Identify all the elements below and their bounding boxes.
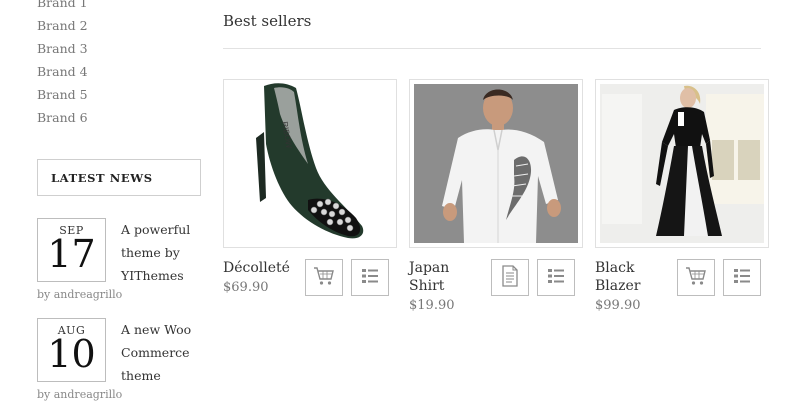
brand-list: Brand 1 Brand 2 Brand 3 Brand 4 Brand 5 … (37, 0, 197, 129)
news-date: AUG 10 (37, 318, 106, 382)
product-details-button[interactable] (537, 259, 575, 296)
brand-link[interactable]: Brand 2 (37, 14, 197, 37)
product-price: $99.90 (595, 298, 641, 313)
brand-link[interactable]: Brand 4 (37, 60, 197, 83)
news-author: by andreagrillo (37, 288, 123, 301)
product-price: $69.90 (223, 280, 269, 295)
product-card: Black Blazer $99.90 (595, 79, 769, 313)
product-card: Japan Shirt $19.90 (409, 79, 583, 313)
best-sellers-title: Best sellers (223, 12, 312, 30)
brand-link[interactable]: Brand 1 (37, 0, 197, 14)
news-date-day: 17 (47, 232, 96, 276)
news-author: by andreagrillo (37, 388, 123, 401)
product-price: $19.90 (409, 298, 455, 313)
latest-news-header: LATEST NEWS (37, 159, 201, 196)
news-title-link[interactable]: A powerful theme by YIThemes (121, 218, 211, 287)
add-to-cart-button[interactable] (305, 259, 343, 296)
product-name[interactable]: Japan Shirt (409, 259, 487, 295)
brand-link[interactable]: Brand 5 (37, 83, 197, 106)
details-icon (733, 268, 751, 288)
product-details-button[interactable] (351, 259, 389, 296)
product-name[interactable]: Black Blazer (595, 259, 673, 295)
document-icon (501, 264, 519, 291)
product-card: RIBOW Décolleté $69.90 (223, 79, 397, 296)
latest-news-title: LATEST NEWS (51, 170, 153, 185)
details-icon (547, 268, 565, 288)
brand-link[interactable]: Brand 6 (37, 106, 197, 129)
details-icon (361, 268, 379, 288)
news-date-day: 10 (47, 332, 96, 376)
product-image-shirt[interactable] (409, 79, 583, 248)
product-name[interactable]: Décolleté (223, 259, 301, 277)
add-to-cart-button[interactable] (677, 259, 715, 296)
news-title-link[interactable]: A new Woo Commerce theme (121, 318, 211, 387)
cart-icon (313, 266, 335, 290)
product-details-button[interactable] (723, 259, 761, 296)
section-divider (223, 48, 761, 49)
read-more-button[interactable] (491, 259, 529, 296)
news-date: SEP 17 (37, 218, 106, 282)
brand-link[interactable]: Brand 3 (37, 37, 197, 60)
product-image-blazer[interactable] (595, 79, 769, 248)
product-image-shoe[interactable]: RIBOW (223, 79, 397, 248)
cart-icon (685, 266, 707, 290)
